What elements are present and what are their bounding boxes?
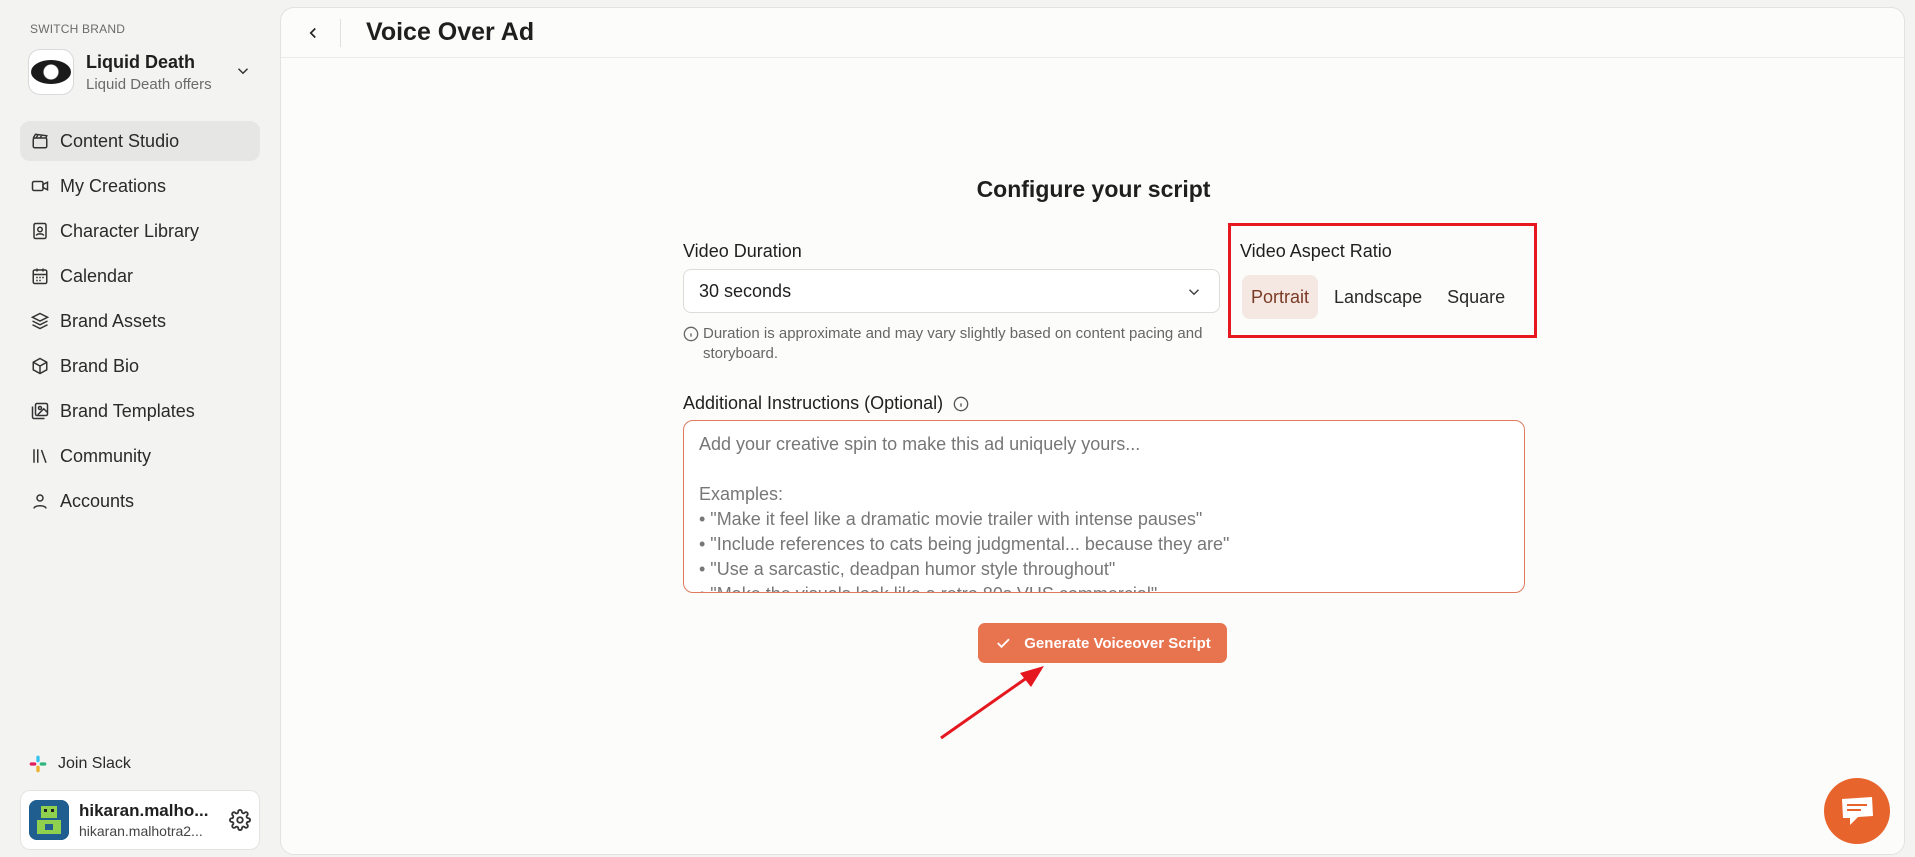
aspect-ratio-label: Video Aspect Ratio [1240, 241, 1392, 261]
brand-switcher[interactable]: Liquid Death Liquid Death offers [28, 46, 260, 98]
instructions-textarea[interactable]: Add your creative spin to make this ad u… [683, 420, 1525, 593]
switch-brand-label: SWITCH BRAND [30, 22, 126, 36]
sidebar: SWITCH BRAND Liquid Death Liquid Death o… [0, 0, 280, 857]
user-name: hikaran.malho... [79, 801, 209, 820]
slack-icon [29, 755, 47, 773]
generate-voiceover-button[interactable]: Generate Voiceover Script [978, 623, 1227, 663]
layers-icon [30, 311, 50, 331]
duration-hint-text: Duration is approximate and may vary sli… [703, 325, 1203, 362]
calendar-icon [30, 266, 50, 286]
sidebar-nav: Content Studio My Creations Character Li… [20, 121, 260, 526]
duration-hint: Duration is approximate and may vary sli… [683, 324, 1213, 364]
divider [340, 18, 341, 47]
brand-subtitle: Liquid Death offers [86, 75, 212, 93]
join-slack-label: Join Slack [58, 755, 131, 772]
images-icon [30, 401, 50, 421]
sidebar-item-content-studio[interactable]: Content Studio [20, 121, 260, 161]
sidebar-item-label: Brand Bio [60, 355, 140, 376]
instructions-label: Additional Instructions (Optional) [683, 393, 944, 413]
main-panel: Voice Over Ad Configure your script Vide… [280, 7, 1905, 855]
duration-select[interactable]: 30 seconds [683, 269, 1220, 313]
sidebar-item-label: Content Studio [60, 130, 180, 151]
duration-label: Video Duration [683, 241, 802, 261]
sidebar-item-brand-templates[interactable]: Brand Templates [20, 391, 260, 431]
back-button[interactable] [296, 16, 330, 50]
chevron-down-icon [237, 68, 249, 75]
top-bar: Voice Over Ad [281, 8, 1904, 58]
chat-icon [1842, 797, 1873, 825]
user-email: hikaran.malhotra2... [79, 823, 203, 839]
video-camera-icon [30, 176, 50, 196]
aspect-option-landscape[interactable]: Landscape [1325, 275, 1431, 319]
duration-value: 30 seconds [699, 280, 792, 301]
sidebar-item-brand-assets[interactable]: Brand Assets [20, 301, 260, 341]
sidebar-item-label: Character Library [60, 220, 200, 241]
join-slack-link[interactable]: Join Slack [28, 752, 131, 776]
brand-name: Liquid Death [86, 51, 195, 72]
sidebar-item-label: Accounts [60, 490, 135, 511]
sidebar-item-accounts[interactable]: Accounts [20, 481, 260, 521]
page-title: Voice Over Ad [366, 18, 535, 46]
chat-support-button[interactable] [1824, 778, 1890, 844]
brand-logo [28, 49, 74, 95]
sidebar-item-label: Community [60, 445, 152, 466]
aspect-option-portrait[interactable]: Portrait [1242, 275, 1319, 319]
sidebar-item-brand-bio[interactable]: Brand Bio [20, 346, 260, 386]
avatar [29, 800, 69, 840]
instructions-placeholder: Add your creative spin to make this ad u… [699, 434, 1230, 592]
info-icon [683, 326, 699, 342]
sidebar-item-label: Brand Assets [60, 310, 167, 331]
sidebar-item-calendar[interactable]: Calendar [20, 256, 260, 296]
user-icon [30, 491, 50, 511]
gear-icon[interactable] [229, 809, 251, 831]
configure-title: Configure your script [976, 176, 1211, 202]
sidebar-item-label: Calendar [60, 265, 134, 286]
generate-voiceover-label: Generate Voiceover Script [1024, 634, 1211, 652]
sidebar-item-label: My Creations [60, 175, 167, 196]
instructions-label-row: Additional Instructions (Optional) [683, 393, 969, 414]
library-icon [30, 446, 50, 466]
chevron-left-icon [309, 27, 316, 38]
contact-card-icon [30, 221, 50, 241]
sidebar-item-community[interactable]: Community [20, 436, 260, 476]
cube-icon [30, 356, 50, 376]
annotation-arrow [940, 666, 1044, 740]
chevron-down-icon [1188, 289, 1200, 296]
clapperboard-icon [30, 131, 50, 151]
aspect-option-square[interactable]: Square [1438, 275, 1514, 319]
sidebar-item-character-library[interactable]: Character Library [20, 211, 260, 251]
info-icon[interactable] [953, 396, 969, 412]
check-icon [997, 638, 1010, 649]
sidebar-item-my-creations[interactable]: My Creations [20, 166, 260, 206]
aspect-ratio-options: Portrait Landscape Square [1242, 275, 1521, 319]
sidebar-item-label: Brand Templates [60, 400, 195, 421]
user-card[interactable]: hikaran.malho... hikaran.malhotra2... [20, 790, 260, 850]
